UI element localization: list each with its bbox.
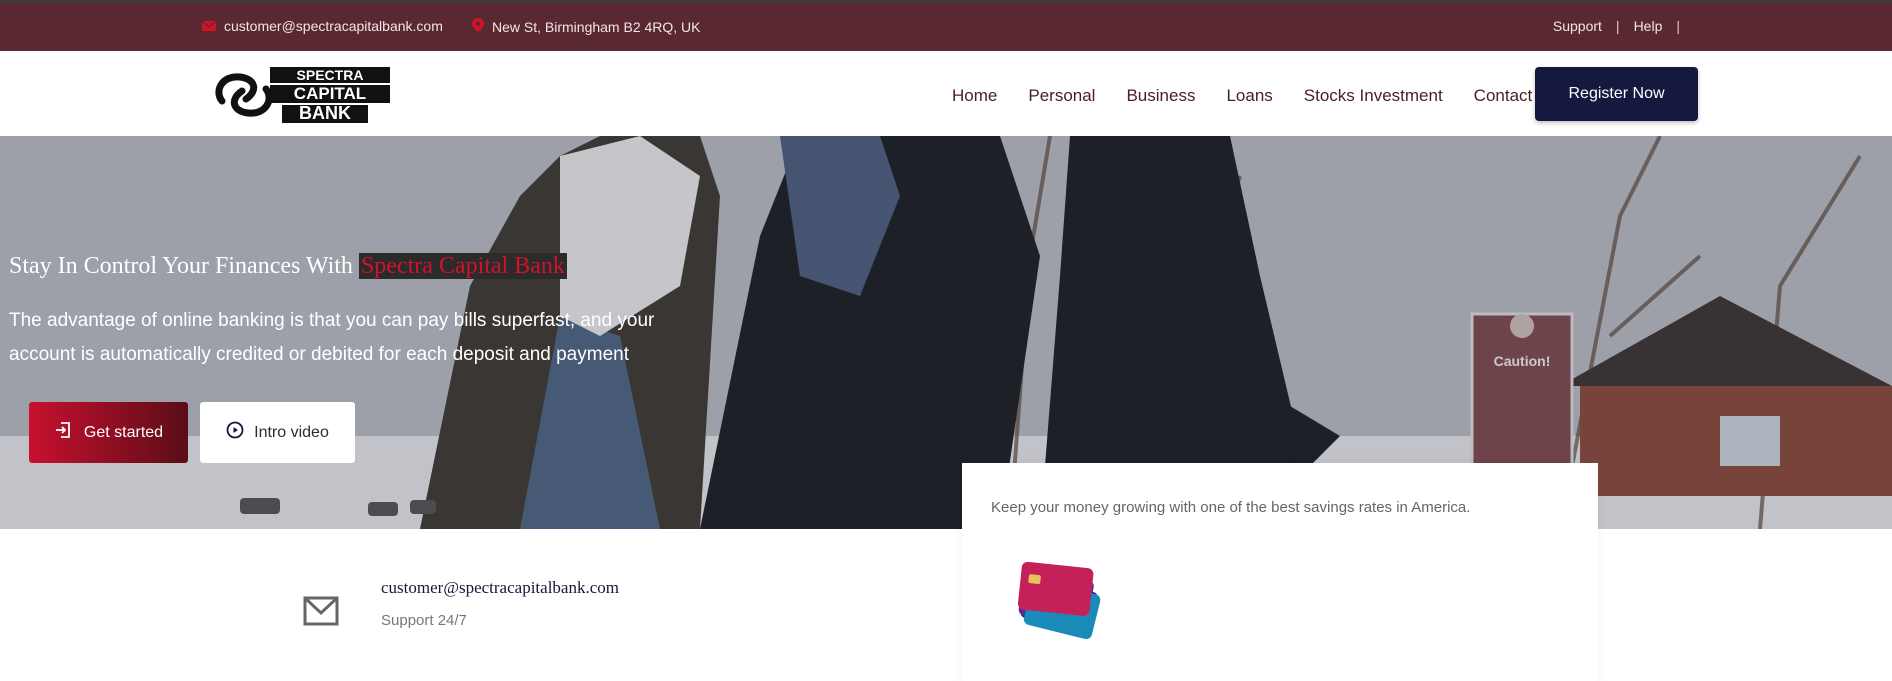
contact-email[interactable]: customer@spectracapitalbank.com: [381, 578, 619, 598]
hero-section: Caution! Stay In Control Your Finances W…: [0, 136, 1892, 529]
topbar-address-text: New St, Birmingham B2 4RQ, UK: [492, 18, 701, 35]
mail-outline-icon: [303, 594, 339, 628]
separator: |: [1676, 18, 1680, 34]
nav-contact[interactable]: Contact: [1474, 86, 1533, 106]
nav-home[interactable]: Home: [952, 86, 997, 106]
intro-video-button[interactable]: Intro video: [200, 402, 355, 463]
help-link[interactable]: Help: [1634, 18, 1663, 34]
main-menu: Home Personal Business Loans Stocks Inve…: [952, 86, 1532, 106]
sign-in-icon: [54, 421, 72, 444]
savings-card: Keep your money growing with one of the …: [962, 463, 1598, 681]
svg-text:CAPITAL: CAPITAL: [294, 84, 366, 103]
contact-support-text: Support 24/7: [381, 612, 467, 629]
hero-title: Stay In Control Your Finances With Spect…: [9, 253, 567, 280]
main-navbar: SPECTRA CAPITAL BANK Home Personal Busin…: [0, 51, 1892, 136]
envelope-icon: [201, 18, 217, 34]
hero-title-prefix: Stay In Control Your Finances With: [9, 253, 359, 279]
get-started-label: Get started: [83, 423, 164, 441]
hero-description: The advantage of online banking is that …: [9, 310, 655, 365]
topbar-links: Support | Help |: [1553, 18, 1680, 34]
hero-title-brand: Spectra Capital Bank: [358, 253, 567, 279]
register-now-button[interactable]: Register Now: [1535, 67, 1698, 121]
topbar-address: New St, Birmingham B2 4RQ, UK: [472, 18, 701, 35]
topbar-email[interactable]: customer@spectracapitalbank.com: [201, 18, 443, 34]
map-pin-icon: [472, 18, 484, 35]
intro-video-label: Intro video: [254, 423, 329, 441]
credit-cards-icon: [1006, 555, 1106, 655]
play-circle-icon: [226, 421, 244, 444]
bank-logo[interactable]: SPECTRA CAPITAL BANK: [212, 61, 394, 127]
top-bar: customer@spectracapitalbank.com New St, …: [0, 0, 1892, 51]
svg-text:SPECTRA: SPECTRA: [297, 67, 364, 83]
nav-stocks-investment[interactable]: Stocks Investment: [1304, 86, 1443, 106]
nav-loans[interactable]: Loans: [1226, 86, 1272, 106]
topbar-email-text[interactable]: customer@spectracapitalbank.com: [224, 18, 443, 34]
support-link[interactable]: Support: [1553, 18, 1602, 34]
get-started-button[interactable]: Get started: [29, 402, 188, 463]
savings-card-text: Keep your money growing with one of the …: [991, 499, 1471, 516]
nav-personal[interactable]: Personal: [1028, 86, 1095, 106]
svg-text:BANK: BANK: [299, 103, 351, 123]
separator: |: [1615, 18, 1620, 34]
nav-business[interactable]: Business: [1126, 86, 1195, 106]
